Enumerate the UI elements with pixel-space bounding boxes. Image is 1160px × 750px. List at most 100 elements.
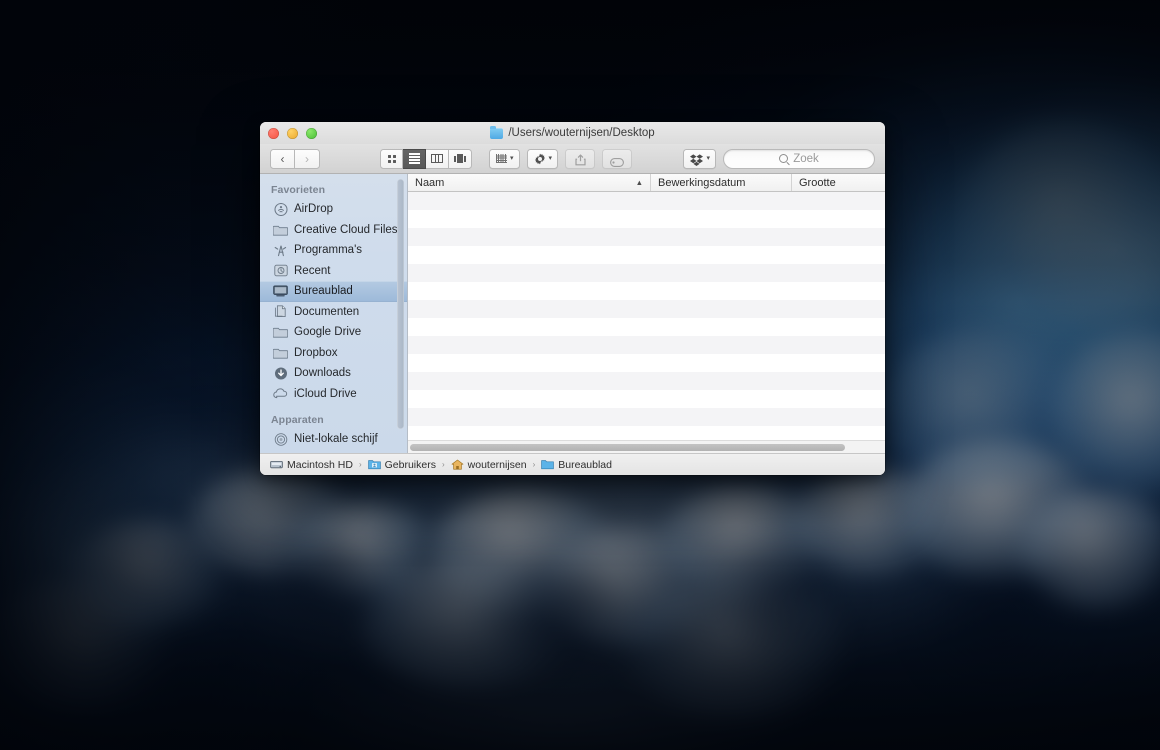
desktop-icon bbox=[273, 284, 288, 298]
path-bar[interactable]: Macintosh HD › Gebruikers › wouternijsen… bbox=[260, 453, 885, 475]
airdrop-icon bbox=[273, 202, 288, 216]
folder-icon bbox=[273, 223, 288, 237]
file-list[interactable]: Naam ▲ Bewerkingsdatum Grootte bbox=[408, 174, 885, 453]
finder-toolbar[interactable]: ‹ › ▾ ▾ ▾ Zoek bbox=[260, 144, 885, 174]
cloud-puff bbox=[880, 330, 1080, 490]
table-row[interactable] bbox=[408, 426, 885, 440]
sidebar-item-bureaublad[interactable]: Bureaublad bbox=[260, 281, 407, 302]
table-row[interactable] bbox=[408, 246, 885, 264]
breadcrumb-label: Macintosh HD bbox=[287, 458, 353, 471]
view-as-columns[interactable] bbox=[426, 148, 449, 169]
sidebar-item-creative-cloud-files[interactable]: Creative Cloud Files bbox=[260, 220, 407, 241]
list-icon bbox=[408, 153, 420, 164]
column-label: Grootte bbox=[799, 176, 836, 189]
column-header-grootte[interactable]: Grootte bbox=[792, 174, 885, 191]
column-header-bewerkingsdatum[interactable]: Bewerkingsdatum bbox=[651, 174, 792, 191]
breadcrumb-label: wouternijsen bbox=[467, 458, 527, 471]
grid-arrange-icon bbox=[496, 154, 507, 163]
action-button[interactable]: ▾ bbox=[526, 148, 559, 169]
dropbox-button[interactable]: ▾ bbox=[683, 148, 716, 169]
view-as-coverflow[interactable] bbox=[449, 148, 472, 169]
column-label: Naam bbox=[415, 176, 445, 189]
horizontal-scrollbar-thumb[interactable] bbox=[410, 443, 846, 451]
sort-ascending-icon: ▲ bbox=[635, 177, 643, 187]
sidebar-item-downloads[interactable]: Downloads bbox=[260, 363, 407, 384]
breadcrumb-separator: › bbox=[358, 460, 362, 469]
sidebar-item-airdrop[interactable]: AirDrop bbox=[260, 199, 407, 220]
sidebar-item-label: Niet-lokale schijf bbox=[294, 433, 378, 446]
table-row[interactable] bbox=[408, 192, 885, 210]
breadcrumb-wouternijsen[interactable]: wouternijsen bbox=[451, 459, 527, 471]
breadcrumb-separator: › bbox=[441, 460, 445, 469]
chevron-down-icon: ▾ bbox=[548, 155, 553, 162]
sidebar-item-documenten[interactable]: Documenten bbox=[260, 302, 407, 323]
sidebar-item-recent[interactable]: Recent bbox=[260, 261, 407, 282]
sidebar-item-icloud-drive[interactable]: iCloud Drive bbox=[260, 384, 407, 405]
horizontal-scrollbar[interactable] bbox=[408, 440, 885, 453]
desktop-folder-icon bbox=[541, 459, 555, 471]
view-as-icons[interactable] bbox=[380, 148, 403, 169]
cloud-puff bbox=[960, 120, 1160, 320]
navigation-buttons[interactable]: ‹ › bbox=[270, 148, 320, 169]
table-row[interactable] bbox=[408, 300, 885, 318]
breadcrumb-bureaublad[interactable]: Bureaublad bbox=[541, 459, 612, 471]
breadcrumb-macintosh-hd[interactable]: Macintosh HD bbox=[270, 459, 353, 471]
share-button[interactable] bbox=[565, 148, 596, 169]
file-rows-container[interactable] bbox=[408, 192, 885, 440]
table-row[interactable] bbox=[408, 210, 885, 228]
grid-icon bbox=[387, 154, 396, 163]
sidebar-section-apparaten: Apparaten bbox=[271, 414, 324, 426]
applications-icon bbox=[273, 243, 288, 257]
view-as-list[interactable] bbox=[403, 148, 426, 169]
sidebar-item-dropbox[interactable]: Dropbox bbox=[260, 343, 407, 364]
back-button[interactable]: ‹ bbox=[270, 148, 295, 169]
dropbox-icon bbox=[690, 153, 704, 166]
window-title-area: /Users/wouternijsen/Desktop bbox=[260, 125, 885, 139]
column-headers[interactable]: Naam ▲ Bewerkingsdatum Grootte bbox=[408, 174, 885, 192]
table-row[interactable] bbox=[408, 282, 885, 300]
column-label: Bewerkingsdatum bbox=[658, 176, 746, 189]
disk-icon bbox=[273, 432, 288, 446]
harddisk-icon bbox=[270, 459, 283, 471]
gear-icon bbox=[534, 153, 546, 165]
documents-icon bbox=[273, 305, 288, 319]
share-icon bbox=[574, 153, 586, 165]
table-row[interactable] bbox=[408, 354, 885, 372]
table-row[interactable] bbox=[408, 408, 885, 426]
cloud-shadow bbox=[700, 545, 860, 655]
finder-window[interactable]: /Users/wouternijsen/Desktop ‹ › ▾ ▾ ▾ Zo… bbox=[260, 122, 885, 475]
window-body: Favorieten AirDrop Creative Cloud Files bbox=[260, 174, 885, 453]
tag-button[interactable] bbox=[602, 148, 633, 169]
sidebar-item-google-drive[interactable]: Google Drive bbox=[260, 322, 407, 343]
breadcrumb-label: Bureaublad bbox=[558, 458, 612, 471]
sidebar-item-label: iCloud Drive bbox=[294, 387, 357, 400]
sidebar-item-programmas[interactable]: Programma's bbox=[260, 240, 407, 261]
search-input[interactable]: Zoek bbox=[723, 148, 875, 169]
downloads-arrow-icon bbox=[273, 366, 288, 380]
column-header-naam[interactable]: Naam ▲ bbox=[408, 174, 651, 191]
desktop: /Users/wouternijsen/Desktop ‹ › ▾ ▾ ▾ Zo… bbox=[0, 0, 1160, 750]
sidebar-scrollbar[interactable] bbox=[397, 179, 404, 429]
folder-icon bbox=[273, 325, 288, 339]
breadcrumb-gebruikers[interactable]: Gebruikers bbox=[367, 458, 436, 471]
search-icon bbox=[779, 154, 789, 163]
table-row[interactable] bbox=[408, 264, 885, 282]
sidebar-item-label: Bureaublad bbox=[294, 285, 353, 298]
table-row[interactable] bbox=[408, 390, 885, 408]
finder-sidebar[interactable]: Favorieten AirDrop Creative Cloud Files bbox=[260, 174, 408, 453]
home-folder-icon bbox=[451, 459, 464, 471]
table-row[interactable] bbox=[408, 228, 885, 246]
window-titlebar[interactable]: /Users/wouternijsen/Desktop bbox=[260, 122, 885, 144]
table-row[interactable] bbox=[408, 372, 885, 390]
breadcrumb-label: Gebruikers bbox=[384, 458, 436, 471]
sidebar-item-niet-lokale-schijf[interactable]: Niet-lokale schijf bbox=[260, 429, 407, 450]
table-row[interactable] bbox=[408, 336, 885, 354]
breadcrumb-separator: › bbox=[532, 460, 536, 469]
table-row[interactable] bbox=[408, 318, 885, 336]
columns-icon bbox=[431, 154, 443, 163]
sidebar-item-label: Dropbox bbox=[294, 346, 338, 359]
view-mode-group[interactable] bbox=[380, 148, 472, 169]
forward-button[interactable]: › bbox=[295, 148, 320, 169]
arrange-button[interactable]: ▾ bbox=[489, 148, 520, 169]
users-folder-icon bbox=[367, 459, 381, 471]
